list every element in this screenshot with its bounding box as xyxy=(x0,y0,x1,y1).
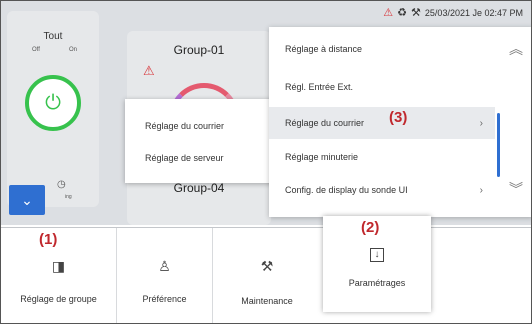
status-bar: ⚠ ♻ ⚒ 25/03/2021 Je 02:47 PM xyxy=(383,6,523,19)
callout-3: (3) xyxy=(389,109,408,126)
timer-label: ing xyxy=(65,194,72,200)
submenu-item-serveur[interactable]: Réglage de serveur xyxy=(145,153,224,163)
double-chevron-up-icon[interactable]: ︽ xyxy=(509,39,523,59)
warning-icon: ⚠ xyxy=(143,63,155,78)
scrollbar[interactable] xyxy=(497,113,500,177)
submenu: Réglage du courrier Réglage de serveur xyxy=(125,99,283,183)
eco-icon: ♻ xyxy=(397,7,408,19)
group-title: Group-01 xyxy=(173,43,225,57)
maintenance-icon: ⚒ xyxy=(260,258,274,274)
menu-item-label: Config. de display du sonde UI xyxy=(285,185,408,195)
double-chevron-down-icon[interactable]: ︾ xyxy=(509,179,523,199)
off-label: Off xyxy=(32,47,40,53)
menu-item-entree-ext[interactable]: Régl. Entrée Ext. xyxy=(269,71,495,103)
nav-preference[interactable]: ♙ Préférence xyxy=(117,228,213,323)
power-button[interactable]: ⏻ xyxy=(25,75,81,131)
timer-icon[interactable]: ◷ xyxy=(57,179,66,190)
maintenance-icon: ⚒ xyxy=(411,7,421,19)
menu-item-label: Réglage du courrier xyxy=(285,118,365,128)
chevron-right-icon: › xyxy=(479,184,483,196)
user-icon: ♙ xyxy=(158,258,171,274)
nav-label: Réglage de groupe xyxy=(20,294,97,304)
nav-maintenance[interactable]: ⚒ Maintenance xyxy=(213,228,321,323)
power-icon: ⏻ xyxy=(45,92,61,114)
warning-icon[interactable]: ⚠ xyxy=(383,6,393,19)
menu-item-reglage-courrier[interactable]: Réglage du courrier › xyxy=(269,107,495,139)
on-label: On xyxy=(69,47,78,53)
tout-title: Tout xyxy=(43,31,63,42)
menu-item-label: Réglage minuterie xyxy=(285,152,359,162)
top-display-area: ⚠ ♻ ⚒ 25/03/2021 Je 02:47 PM Tout Off On… xyxy=(1,1,531,225)
collapse-button[interactable]: ⌄ xyxy=(9,185,45,215)
screen: ⚠ ♻ ⚒ 25/03/2021 Je 02:47 PM Tout Off On… xyxy=(0,0,532,324)
menu-item-reglage-distance[interactable]: Réglage à distance xyxy=(269,33,495,65)
nav-label: Maintenance xyxy=(241,296,293,306)
download-settings-icon: ↓ xyxy=(370,248,384,262)
datetime: 25/03/2021 Je 02:47 PM xyxy=(424,7,523,18)
menu-item-display-sonde[interactable]: Config. de display du sonde UI › xyxy=(269,174,495,206)
submenu-item-courrier[interactable]: Réglage du courrier xyxy=(145,121,224,131)
nav-label: Préférence xyxy=(142,294,187,304)
menu-item-label: Régl. Entrée Ext. xyxy=(285,82,354,92)
menu-item-minuterie[interactable]: Réglage minuterie xyxy=(269,141,495,173)
bottom-nav: ◨ Réglage de groupe ♙ Préférence ⚒ Maint… xyxy=(1,216,531,323)
nav-label: Paramétrages xyxy=(348,278,406,288)
chevron-right-icon: › xyxy=(479,117,483,129)
callout-1: (1) xyxy=(39,231,58,248)
tout-panel[interactable]: Tout Off On ⏻ ◷ ing xyxy=(7,11,99,207)
menu-item-label: Réglage à distance xyxy=(285,44,363,54)
group-settings-icon: ◨ xyxy=(51,258,66,274)
callout-2: (2) xyxy=(361,219,380,236)
group-title: Group-04 xyxy=(173,181,225,195)
nav-reglage-groupe[interactable]: ◨ Réglage de groupe xyxy=(1,228,117,323)
chevron-down-icon: ⌄ xyxy=(21,191,33,208)
